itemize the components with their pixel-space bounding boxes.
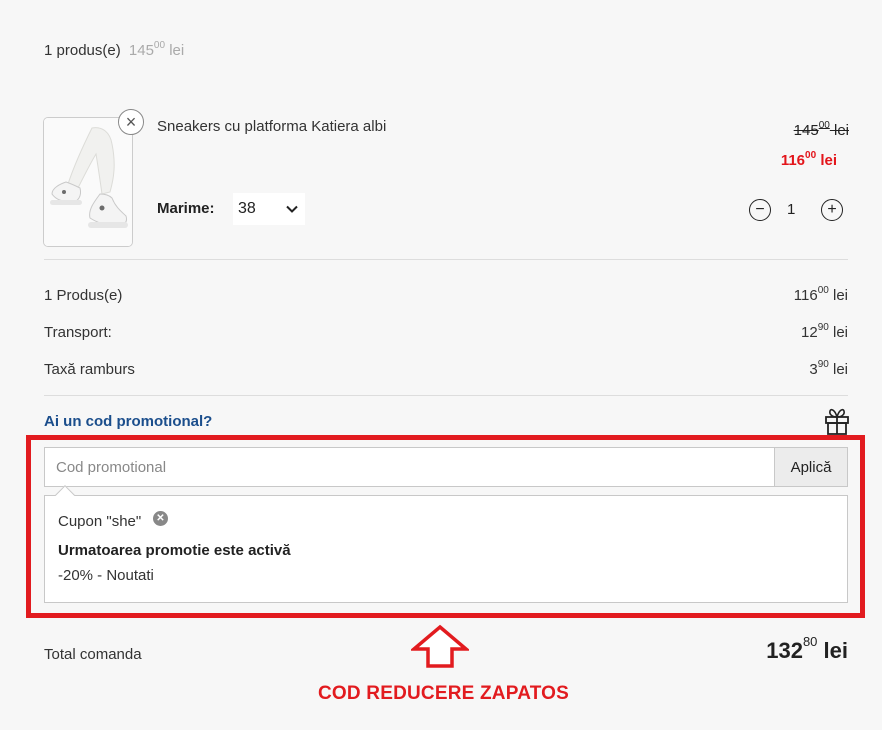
products-total-value: 11600 lei — [793, 285, 848, 304]
remove-item-button[interactable]: × — [118, 109, 144, 135]
close-circle-icon: ✕ — [156, 513, 165, 524]
arrow-up-icon — [411, 624, 469, 668]
product-image[interactable] — [43, 117, 133, 247]
cart-count: 1 produs(e) — [44, 42, 121, 59]
quantity-decrease-button[interactable]: − — [749, 199, 771, 221]
cart-summary-price: 14500 lei — [128, 40, 185, 59]
gift-icon[interactable] — [824, 407, 850, 435]
size-value: 38 — [238, 200, 256, 217]
promo-active-message: Urmatoarea promotie este activă — [58, 542, 291, 559]
product-name[interactable]: Sneakers cu platforma Katiera albi — [157, 118, 386, 135]
plus-icon: + — [827, 201, 837, 218]
transport-label: Transport: — [44, 324, 112, 341]
order-total-value: 13280 lei — [766, 634, 848, 663]
annotation-text: COD REDUCERE ZAPATOS — [318, 683, 570, 704]
divider — [44, 259, 848, 260]
cod-fee-value: 390 lei — [809, 359, 848, 378]
promo-code-input[interactable] — [44, 447, 775, 487]
quantity-increase-button[interactable]: + — [821, 199, 843, 221]
quantity-value: 1 — [787, 201, 796, 218]
sneaker-photo — [44, 118, 132, 246]
chevron-down-icon — [286, 205, 298, 213]
remove-coupon-button[interactable]: ✕ — [153, 511, 168, 526]
cart-summary: 1 produs(e) 14500 lei — [44, 40, 185, 59]
product-old-price: 14500 lei — [793, 120, 849, 139]
cod-fee-label: Taxă ramburs — [44, 361, 135, 378]
minus-icon: − — [755, 201, 765, 218]
close-icon: × — [125, 111, 137, 132]
divider — [44, 395, 848, 396]
order-total-label: Total comanda — [44, 646, 142, 663]
promo-detail: -20% - Noutati — [58, 567, 154, 584]
size-label: Marime: — [157, 200, 215, 217]
product-new-price: 11600 lei — [780, 150, 837, 169]
size-select[interactable]: 38 — [233, 193, 305, 225]
products-total-label: 1 Produs(e) — [44, 287, 123, 304]
transport-value: 1290 lei — [801, 322, 848, 341]
apply-promo-button[interactable]: Aplică — [774, 447, 848, 487]
promo-code-toggle[interactable]: Ai un cod promotional? — [44, 413, 212, 430]
coupon-label: Cupon "she" — [58, 513, 142, 530]
